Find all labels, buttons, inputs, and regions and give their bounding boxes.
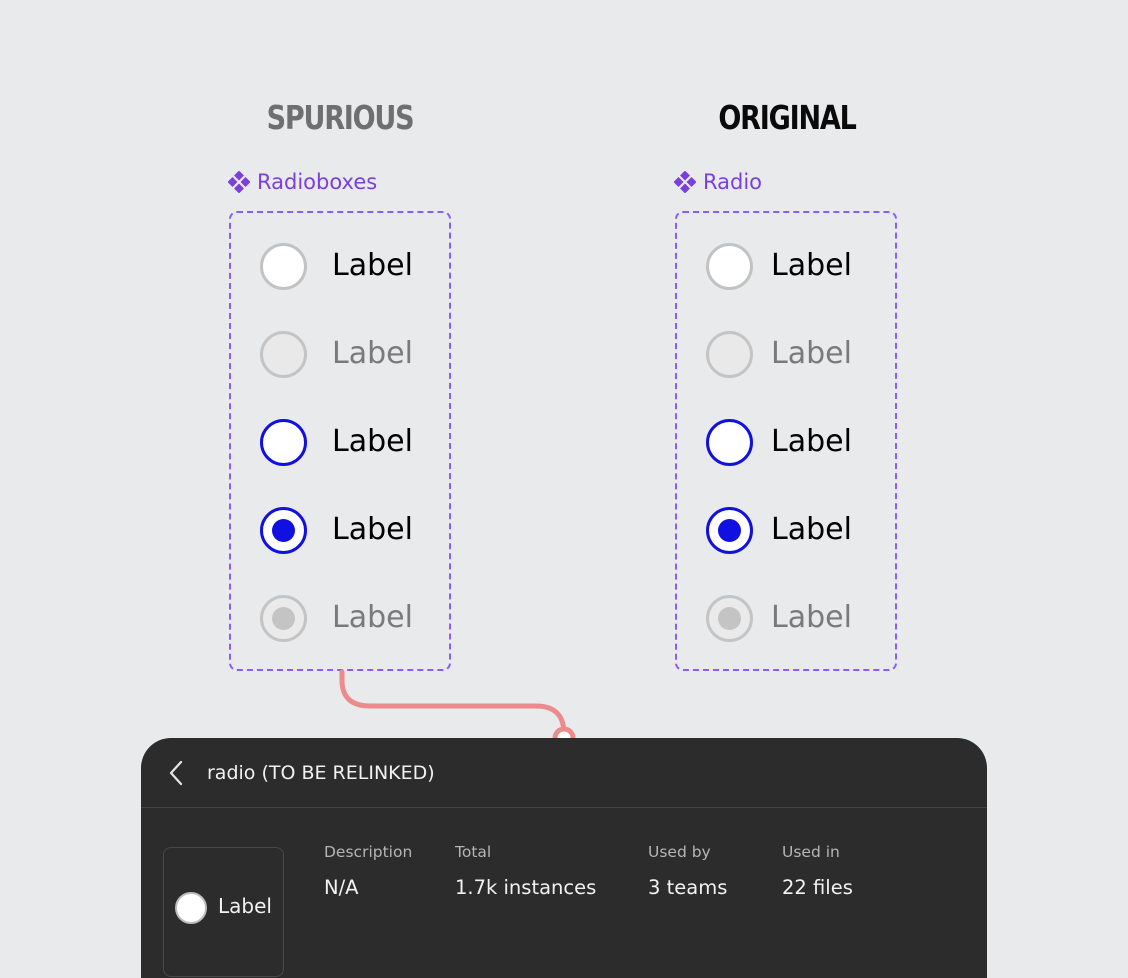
- radio-dot: [272, 606, 295, 630]
- radio-option[interactable]: Label: [231, 417, 413, 467]
- radio-option[interactable]: Label: [677, 505, 852, 555]
- radio-label: Label: [771, 512, 852, 547]
- inspector-header: radio (TO BE RELINKED): [141, 738, 987, 808]
- radio-button-disabled: [706, 330, 753, 378]
- radio-dot: [272, 518, 295, 542]
- radio-option[interactable]: Label: [231, 505, 413, 555]
- radio-dot: [718, 606, 741, 630]
- stat-used-by: Used by 3 teams: [648, 842, 727, 900]
- radio-label: Label: [771, 600, 852, 635]
- spurious-column-title: SPURIOUS: [266, 98, 415, 137]
- radio-label: Label: [771, 424, 852, 459]
- radio-button-focused[interactable]: [706, 418, 753, 466]
- radio-button-checked-disabled: [706, 594, 753, 642]
- radio-label: Label: [771, 248, 852, 283]
- stat-label: Used in: [782, 843, 840, 861]
- radio-button[interactable]: [260, 242, 307, 290]
- radio-button-checked[interactable]: [260, 506, 307, 554]
- stat-total: Total 1.7k instances: [455, 842, 596, 900]
- spurious-component-tag[interactable]: Radioboxes: [228, 170, 377, 194]
- stat-label: Description: [324, 843, 413, 861]
- preview-radio-button: [175, 892, 207, 924]
- preview-label: Label: [218, 894, 272, 918]
- radio-button-checked[interactable]: [706, 506, 753, 554]
- component-diamond-icon: [228, 171, 250, 193]
- radio-label: Label: [332, 600, 413, 635]
- radio-option: Label: [677, 593, 852, 643]
- original-component-name: Radio: [703, 170, 763, 194]
- radio-label: Label: [332, 336, 413, 371]
- component-preview[interactable]: Label: [163, 847, 284, 977]
- component-diamond-icon: [674, 171, 696, 193]
- radio-label: Label: [332, 424, 413, 459]
- stat-label: Total: [455, 843, 492, 861]
- spurious-radio-frame[interactable]: Label Label Label Label Label: [229, 211, 451, 671]
- radio-button[interactable]: [706, 242, 753, 290]
- stat-used-in: Used in 22 files: [782, 842, 853, 900]
- radio-dot: [718, 518, 741, 542]
- radio-button-focused[interactable]: [260, 418, 307, 466]
- radio-button-checked-disabled: [260, 594, 307, 642]
- radio-option[interactable]: Label: [677, 417, 852, 467]
- radio-label: Label: [332, 512, 413, 547]
- radio-option: Label: [231, 329, 413, 379]
- stat-value: 1.7k instances: [455, 876, 597, 899]
- stat-description: Description N/A: [324, 842, 412, 900]
- radio-button-disabled: [260, 330, 307, 378]
- component-inspector-panel: radio (TO BE RELINKED) Label Description…: [141, 738, 987, 978]
- stat-label: Used by: [648, 843, 711, 861]
- original-radio-frame[interactable]: Label Label Label Label Label: [675, 211, 897, 671]
- radio-option[interactable]: Label: [231, 241, 413, 291]
- original-column-title: ORIGINAL: [718, 98, 856, 137]
- inspector-title: radio (TO BE RELINKED): [207, 761, 435, 784]
- radio-label: Label: [332, 248, 413, 283]
- chevron-left-icon[interactable]: [167, 759, 187, 787]
- radio-option: Label: [231, 593, 413, 643]
- stat-value: 22 files: [782, 876, 853, 899]
- radio-option[interactable]: Label: [677, 241, 852, 291]
- original-component-tag[interactable]: Radio: [674, 170, 762, 194]
- spurious-component-name: Radioboxes: [257, 170, 378, 194]
- radio-label: Label: [771, 336, 852, 371]
- radio-option: Label: [677, 329, 852, 379]
- stat-value: 3 teams: [648, 876, 728, 899]
- stat-value: N/A: [324, 876, 359, 899]
